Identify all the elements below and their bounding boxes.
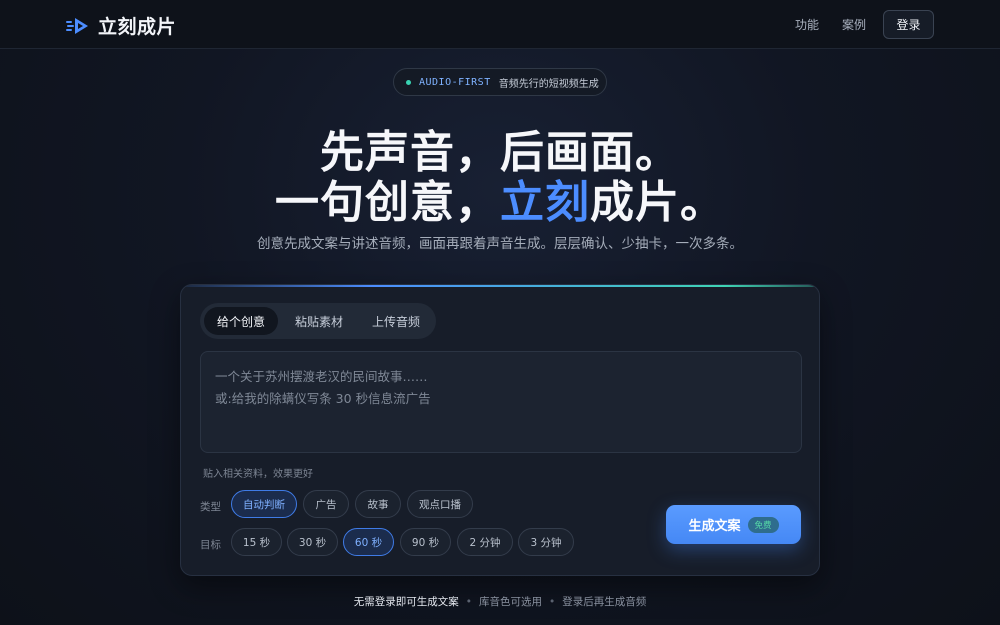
tab-give-idea[interactable]: 给个创意 xyxy=(204,307,278,335)
badge-text: 音频先行的短视频生成 xyxy=(498,78,599,90)
target-chip-3min[interactable]: 3 分钟 xyxy=(518,528,574,556)
target-chip-60s[interactable]: 60 秒 xyxy=(343,528,394,556)
creation-card: 给个创意 粘贴素材 上传音频 贴入相关资料，效果更好 类型 自动判断 广告 故事… xyxy=(180,284,820,576)
footer-notes: 无需登录即可生成文案 • 库音色可选用 • 登录后再生成音频 xyxy=(0,594,1000,609)
tab-upload-audio[interactable]: 上传音频 xyxy=(360,307,432,335)
idea-input[interactable] xyxy=(200,351,802,453)
top-bar: 立刻成片 功能 案例 登录 xyxy=(0,0,1000,49)
nav-features[interactable]: 功能 xyxy=(795,16,819,33)
type-chip-opinion[interactable]: 观点口播 xyxy=(407,490,473,518)
footer-note-2: 库音色可选用 xyxy=(479,596,542,608)
hero-subtitle: 创意先成文案与讲述音频，画面再跟着声音生成。层层确认、少抽卡，一次多条。 xyxy=(257,236,743,252)
separator-dot-icon: • xyxy=(549,596,556,608)
target-chip-90s[interactable]: 90 秒 xyxy=(400,528,451,556)
input-hint: 贴入相关资料，效果更好 xyxy=(203,469,313,480)
brand-name: 立刻成片 xyxy=(98,16,177,38)
separator-dot-icon: • xyxy=(465,596,472,608)
logo-play-icon xyxy=(66,17,88,34)
type-chip-ad[interactable]: 广告 xyxy=(303,490,349,518)
hero-accent-word: 立刻 xyxy=(500,177,590,228)
login-button[interactable]: 登录 xyxy=(883,10,934,39)
nav-cases[interactable]: 案例 xyxy=(842,16,866,33)
footer-note-3: 登录后再生成音频 xyxy=(562,596,647,608)
hero-line2-start: 一句创意， xyxy=(275,177,500,228)
type-label: 类型 xyxy=(200,501,221,513)
generate-copy-button[interactable]: 生成文案 免费 xyxy=(666,505,801,544)
input-mode-tabs: 给个创意 粘贴素材 上传音频 xyxy=(200,303,436,339)
brand-logo[interactable]: 立刻成片 xyxy=(66,12,176,39)
target-chip-2min[interactable]: 2 分钟 xyxy=(457,528,513,556)
free-badge: 免费 xyxy=(747,516,779,533)
generate-label: 生成文案 xyxy=(688,519,741,534)
status-dot-icon xyxy=(406,79,411,85)
target-chip-15s[interactable]: 15 秒 xyxy=(231,528,282,556)
target-label: 目标 xyxy=(200,539,221,551)
hero-line2-end: 成片。 xyxy=(590,177,725,228)
card-gradient-edge xyxy=(181,285,819,287)
audio-first-badge: AUDIO-FIRST 音频先行的短视频生成 xyxy=(393,68,607,96)
footer-note-1: 无需登录即可生成文案 xyxy=(353,596,459,608)
type-chip-story[interactable]: 故事 xyxy=(355,490,401,518)
hero-title-line-2: 一句创意，立刻成片。 xyxy=(0,166,1000,230)
type-chip-auto[interactable]: 自动判断 xyxy=(231,490,297,518)
tab-paste-material[interactable]: 粘贴素材 xyxy=(282,307,356,335)
target-chip-30s[interactable]: 30 秒 xyxy=(287,528,338,556)
badge-code: AUDIO-FIRST xyxy=(419,76,491,88)
